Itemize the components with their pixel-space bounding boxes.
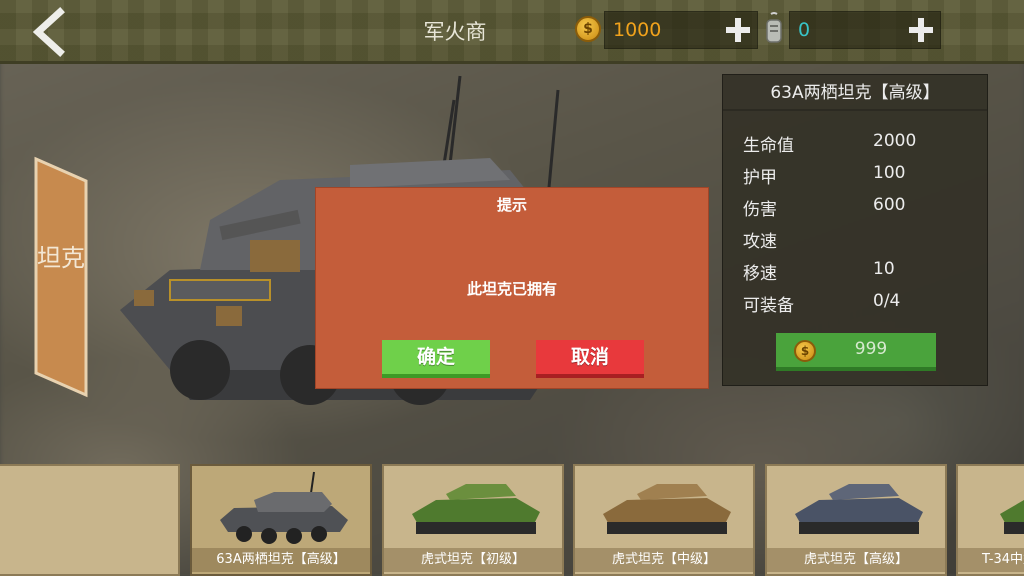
dialog-title: 提示 <box>496 196 527 214</box>
stat-label: 伤害 <box>743 200 777 220</box>
dogtag-amount: 0 <box>798 19 811 41</box>
stat-value: 2000 <box>873 131 917 151</box>
coin-icon: $ <box>794 340 816 362</box>
buy-price: 999 <box>854 339 888 359</box>
coin-balance: 1000 <box>604 11 758 49</box>
tank-card[interactable]: 63A两栖坦克【高级】 <box>190 464 372 576</box>
top-bar: 军火商 $ 1000 0 <box>0 0 1024 64</box>
confirm-button[interactable]: 确定 <box>382 340 490 378</box>
tank-carousel: 63A两栖坦克【高级】 虎式坦克【初级】 虎式坦克【中级】 虎式坦克【高级】 T… <box>0 462 1024 576</box>
stat-row-armor: 护甲 100 <box>743 163 973 189</box>
category-tab-tank[interactable]: 坦克 <box>32 155 90 399</box>
tank-thumbnail <box>603 484 731 534</box>
add-dogtags-button[interactable] <box>906 15 936 45</box>
tank-card-label: 虎式坦克【初级】 <box>384 548 562 572</box>
tank-stats-panel: 63A两栖坦克【高级】 生命值 2000 护甲 100 伤害 600 攻速 移速… <box>722 74 988 386</box>
dogtag-icon <box>766 12 782 43</box>
tank-card-label: 虎式坦克【高级】 <box>767 548 945 572</box>
stat-label: 移速 <box>743 264 777 284</box>
plus-icon <box>726 18 750 42</box>
tank-card[interactable]: 虎式坦克【中级】 <box>573 464 755 576</box>
stat-row-equip-slots: 可装备 0/4 <box>743 291 973 317</box>
stat-label: 生命值 <box>743 136 794 156</box>
tank-card-label: 63A两栖坦克【高级】 <box>192 548 370 572</box>
stat-label: 护甲 <box>743 168 777 188</box>
stat-row-hp: 生命值 2000 <box>743 131 973 157</box>
stat-value: 0/4 <box>873 291 901 311</box>
tank-card[interactable]: 虎式坦克【初级】 <box>382 464 564 576</box>
tank-card-label: T-34中型坦克 <box>958 548 1024 572</box>
category-label: 坦克 <box>37 244 85 272</box>
tank-thumbnail <box>795 484 923 534</box>
back-button[interactable] <box>28 6 72 58</box>
stat-value: 100 <box>873 163 906 183</box>
dialog-message: 此坦克已拥有 <box>466 280 557 298</box>
tank-name: 63A两栖坦克【高级】 <box>723 75 987 111</box>
tank-thumbnail <box>1000 500 1024 534</box>
chevron-left-icon <box>32 7 65 57</box>
buy-button[interactable]: $ 999 <box>776 333 936 371</box>
tank-card[interactable]: T-34中型坦克 <box>956 464 1024 576</box>
stat-row-damage: 伤害 600 <box>743 195 973 221</box>
stat-label: 可装备 <box>743 296 794 316</box>
stat-value: 10 <box>873 259 895 279</box>
notice-dialog: 提示 此坦克已拥有 确定 取消 <box>315 187 709 389</box>
add-coins-button[interactable] <box>723 15 753 45</box>
coin-amount: 1000 <box>613 19 662 41</box>
cancel-button[interactable]: 取消 <box>536 340 644 378</box>
plus-icon <box>909 18 933 42</box>
stat-row-move-speed: 移速 10 <box>743 259 973 285</box>
tank-card-partial[interactable] <box>0 464 180 576</box>
tank-card-label: 虎式坦克【中级】 <box>575 548 753 572</box>
stat-label: 攻速 <box>743 232 777 252</box>
stat-value: 600 <box>873 195 906 215</box>
stat-row-attack-speed: 攻速 <box>743 227 973 253</box>
tank-thumbnail <box>220 471 348 544</box>
page-title: 军火商 <box>423 20 487 44</box>
dogtag-balance: 0 <box>789 11 941 49</box>
tank-card[interactable]: 虎式坦克【高级】 <box>765 464 947 576</box>
tank-thumbnail <box>412 484 540 534</box>
coin-icon: $ <box>575 16 601 42</box>
